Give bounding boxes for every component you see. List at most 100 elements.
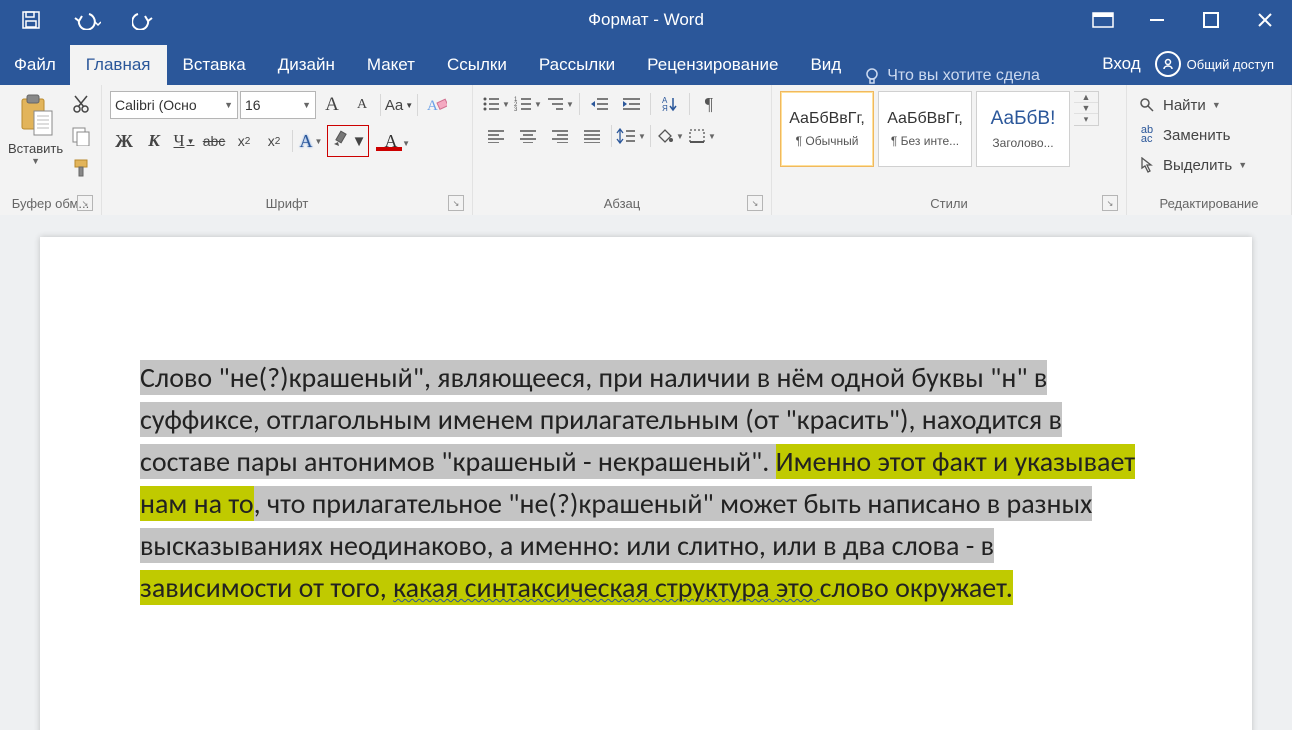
quick-access-toolbar [0, 5, 158, 35]
line-spacing-icon [616, 128, 636, 144]
multilevel-button[interactable]: ▼ [545, 91, 575, 117]
save-icon[interactable] [16, 5, 46, 35]
redo-icon[interactable] [128, 5, 158, 35]
bullets-button[interactable]: ▼ [481, 91, 511, 117]
group-styles: АаБбВвГг, ¶ Обычный АаБбВвГг, ¶ Без инте… [772, 85, 1127, 215]
para-launcher[interactable]: ↘ [747, 195, 763, 211]
text-highlight-4: слово окружает. [820, 570, 1013, 605]
group-clipboard: Вставить ▼ Буфер обм...↘ [0, 85, 102, 215]
tab-home[interactable]: Главная [70, 45, 167, 85]
share-label: Общий доступ [1187, 57, 1274, 72]
brush-icon [71, 158, 91, 178]
grow-font-button[interactable]: A [318, 92, 346, 118]
app-title: Формат - Word [588, 10, 704, 30]
format-painter-button[interactable] [67, 155, 95, 181]
styles-launcher[interactable]: ↘ [1102, 195, 1118, 211]
minimize-icon[interactable] [1130, 0, 1184, 40]
indent-icon [621, 96, 641, 112]
text-effects-button[interactable]: A▼ [297, 128, 325, 154]
group-editing: Найти▼ abac Заменить Выделить▼ Редактиро… [1127, 85, 1292, 215]
page[interactable]: Слово "не(?)крашеный", являющееся, при н… [40, 237, 1252, 730]
highlight-color-button[interactable]: ▼ [327, 125, 369, 157]
change-case-button[interactable]: Aa▼ [385, 92, 413, 118]
align-justify-button[interactable] [577, 123, 607, 149]
font-size-combo[interactable]: 16▼ [240, 91, 316, 119]
decrease-indent-button[interactable] [584, 91, 614, 117]
ribbon-display-options-icon[interactable] [1076, 0, 1130, 40]
tab-design[interactable]: Дизайн [262, 45, 351, 85]
sort-button[interactable]: AЯ [655, 91, 685, 117]
style-heading1-name: Заголово... [992, 136, 1053, 150]
select-label: Выделить [1163, 157, 1232, 174]
style-normal-sample: АаБбВвГг, [789, 110, 865, 128]
show-marks-button[interactable]: ¶ [694, 91, 724, 117]
increase-indent-button[interactable] [616, 91, 646, 117]
ribbon: Вставить ▼ Буфер обм...↘ Calibri (Осно▼ … [0, 85, 1292, 216]
style-heading1[interactable]: АаБбВ! Заголово... [976, 91, 1070, 167]
cut-button[interactable] [67, 91, 95, 117]
tab-insert[interactable]: Вставка [167, 45, 262, 85]
subscript-button[interactable]: x2 [230, 128, 258, 154]
ribbon-tabs: Файл Главная Вставка Дизайн Макет Ссылки… [0, 40, 1292, 85]
eraser-a-icon: A [425, 95, 447, 115]
underline-button[interactable]: Ч▼ [170, 128, 198, 154]
tab-review[interactable]: Рецензирование [631, 45, 794, 85]
bold-button[interactable]: Ж [110, 128, 138, 154]
paste-icon [13, 89, 59, 143]
style-normal[interactable]: АаБбВвГг, ¶ Обычный [780, 91, 874, 167]
shading-button[interactable]: ▼ [655, 123, 685, 149]
find-label: Найти [1163, 97, 1206, 114]
undo-icon[interactable] [72, 5, 102, 35]
paste-dropdown-icon[interactable]: ▼ [31, 156, 40, 166]
copy-button[interactable] [67, 123, 95, 149]
bullets-icon [482, 96, 500, 112]
text-highlight-2: зависимости от того, [140, 570, 393, 605]
style-normal-name: ¶ Обычный [796, 134, 859, 148]
outdent-icon [589, 96, 609, 112]
bulb-icon [863, 67, 881, 85]
title-bar: Формат - Word [0, 0, 1292, 40]
document-paragraph[interactable]: Слово "не(?)крашеный", являющееся, при н… [140, 357, 1152, 609]
maximize-icon[interactable] [1184, 0, 1238, 40]
clear-format-button[interactable]: A [422, 92, 450, 118]
borders-button[interactable]: ▼ [687, 123, 717, 149]
sign-in-link[interactable]: Вход [1102, 54, 1140, 74]
font-name-combo[interactable]: Calibri (Осно▼ [110, 91, 238, 119]
highlighter-icon [330, 130, 352, 152]
shrink-font-button[interactable]: A [348, 92, 376, 118]
italic-button[interactable]: К [140, 128, 168, 154]
align-center-button[interactable] [513, 123, 543, 149]
group-styles-label: Стили [930, 196, 967, 211]
share-button[interactable]: Общий доступ [1155, 51, 1274, 77]
font-launcher[interactable]: ↘ [448, 195, 464, 211]
clipboard-launcher[interactable]: ↘ [77, 195, 93, 211]
sort-icon: AЯ [661, 95, 679, 113]
svg-text:Я: Я [662, 104, 668, 113]
group-editing-label: Редактирование [1159, 196, 1258, 211]
find-button[interactable]: Найти▼ [1135, 91, 1223, 119]
group-font-label: Шрифт [266, 196, 309, 211]
tab-file[interactable]: Файл [0, 45, 70, 85]
strikethrough-button[interactable]: abc [200, 128, 228, 154]
tab-mailings[interactable]: Рассылки [523, 45, 631, 85]
group-paragraph: ▼ 123▼ ▼ AЯ ¶ ▼ ▼ ▼ [473, 85, 772, 215]
tab-view[interactable]: Вид [794, 45, 857, 85]
text-highlight-3: какая синтаксическая структура это [393, 570, 820, 605]
select-button[interactable]: Выделить▼ [1135, 151, 1249, 179]
group-font: Calibri (Осно▼ 16▼ A A Aa▼ A Ж К Ч▼ abc … [102, 85, 473, 215]
align-left-button[interactable] [481, 123, 511, 149]
close-icon[interactable] [1238, 0, 1292, 40]
superscript-button[interactable]: x2 [260, 128, 288, 154]
align-right-button[interactable] [545, 123, 575, 149]
style-nospacing-sample: АаБбВвГг, [887, 110, 963, 128]
styles-gallery-scroll[interactable]: ▲▼▾ [1074, 91, 1099, 126]
font-color-button[interactable]: A▼ [371, 128, 411, 154]
tab-references[interactable]: Ссылки [431, 45, 523, 85]
replace-button[interactable]: abac Заменить [1135, 121, 1232, 149]
tell-me-box[interactable]: Что вы хотите сдела [857, 67, 1102, 85]
tab-layout[interactable]: Макет [351, 45, 431, 85]
numbering-button[interactable]: 123▼ [513, 91, 543, 117]
paste-button[interactable]: Вставить ▼ [8, 89, 63, 166]
line-spacing-button[interactable]: ▼ [616, 123, 646, 149]
style-no-spacing[interactable]: АаБбВвГг, ¶ Без инте... [878, 91, 972, 167]
